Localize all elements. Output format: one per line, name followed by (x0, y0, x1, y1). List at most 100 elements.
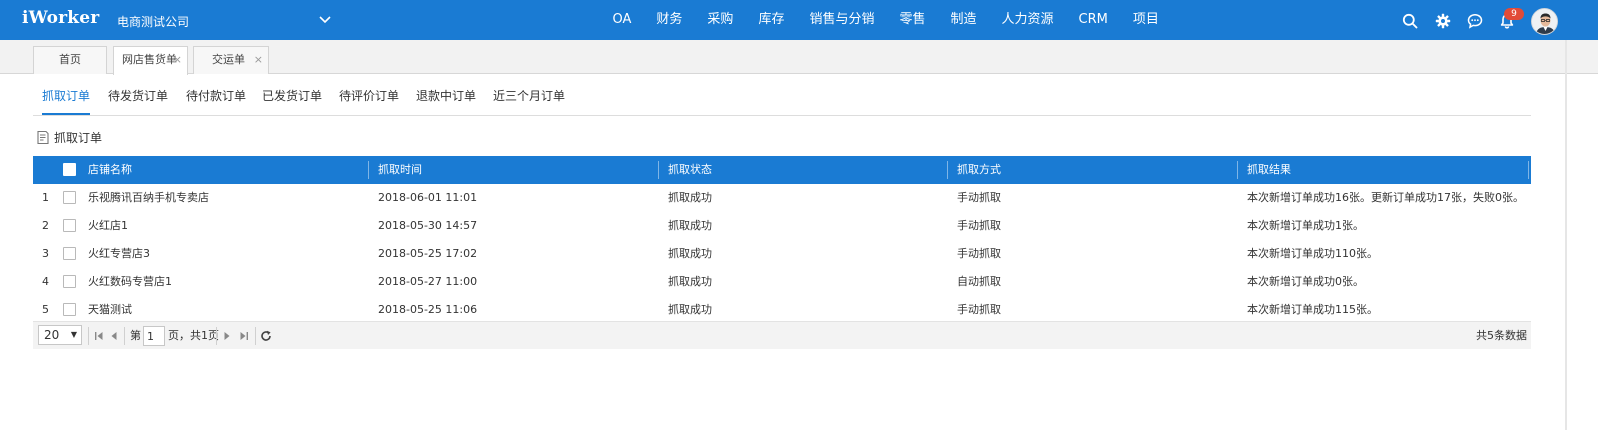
nav-item-retail[interactable]: 零售 (887, 0, 938, 40)
row-number: 2 (42, 219, 49, 232)
cell-method: 手动抓取 (957, 247, 1001, 260)
cell-status: 抓取成功 (668, 275, 712, 288)
company-name[interactable]: 电商测试公司 (117, 13, 189, 30)
cell-time: 2018-05-25 11:06 (378, 303, 478, 316)
previous-page-icon[interactable] (109, 330, 119, 342)
table-row[interactable]: 4 火红数码专营店1 2018-05-27 11:00 抓取成功 自动抓取 本次… (33, 268, 1531, 296)
row-checkbox[interactable] (63, 275, 76, 288)
cell-time: 2018-06-01 11:01 (378, 191, 478, 204)
first-page-icon[interactable] (94, 330, 104, 342)
column-resize-handle[interactable] (368, 161, 369, 179)
cell-time: 2018-05-27 11:00 (378, 275, 478, 288)
column-resize-handle[interactable] (1237, 161, 1238, 179)
nav-item-oa[interactable]: OA (600, 0, 644, 40)
page-prefix-label: 第 (130, 329, 141, 342)
tab-shipped[interactable]: 已发货订单 (262, 87, 322, 115)
next-page-icon[interactable] (222, 330, 232, 342)
current-page-input[interactable] (143, 326, 165, 346)
column-resize-handle[interactable] (947, 161, 948, 179)
last-page-icon[interactable] (239, 330, 249, 342)
row-number: 1 (42, 191, 49, 204)
column-header-shop[interactable]: 店铺名称 (88, 156, 132, 184)
cell-method: 手动抓取 (957, 191, 1001, 204)
tab-pending-payment[interactable]: 待付款订单 (186, 87, 246, 115)
nav-item-project[interactable]: 项目 (1120, 0, 1171, 40)
tab-fetch-orders[interactable]: 抓取订单 (42, 87, 91, 115)
cell-method: 手动抓取 (957, 303, 1001, 316)
page-tab-online-sales-order[interactable]: 网店售货单 × (113, 46, 188, 75)
cell-result: 本次新增订单成功115张。 (1247, 303, 1378, 316)
table-header: 店铺名称 抓取时间 抓取状态 抓取方式 抓取结果 (33, 156, 1531, 184)
cell-shop: 乐视腾讯百纳手机专卖店 (88, 191, 209, 204)
page-scrollbar[interactable] (1564, 40, 1598, 430)
nav-item-crm[interactable]: CRM (1066, 0, 1120, 40)
user-avatar[interactable] (1531, 8, 1558, 35)
close-icon[interactable]: × (254, 47, 263, 73)
cell-status: 抓取成功 (668, 191, 712, 204)
refresh-icon[interactable] (260, 330, 272, 342)
caret-down-icon: ▼ (70, 330, 77, 339)
row-checkbox[interactable] (63, 303, 76, 316)
select-all-checkbox[interactable] (63, 163, 76, 176)
chat-icon[interactable] (1467, 13, 1483, 29)
column-header-time[interactable]: 抓取时间 (378, 156, 422, 184)
gear-icon[interactable] (1435, 13, 1451, 29)
cell-shop: 火红店1 (88, 219, 128, 232)
nav-item-hr[interactable]: 人力资源 (989, 0, 1066, 40)
nav-item-sales[interactable]: 销售与分销 (797, 0, 887, 40)
document-edit-icon (37, 130, 49, 144)
fetch-orders-button[interactable]: 抓取订单 (36, 128, 102, 146)
cell-result: 本次新增订单成功16张。更新订单成功17张，失败0张。 (1247, 191, 1524, 204)
column-header-method[interactable]: 抓取方式 (957, 156, 1001, 184)
order-sub-tabs: 抓取订单 待发货订单 待付款订单 已发货订单 待评价订单 退款中订单 近三个月订… (33, 74, 1531, 116)
tab-pending-shipment[interactable]: 待发货订单 (108, 87, 168, 115)
page-size-value: 20 (44, 328, 60, 342)
scrollbar-track[interactable] (1565, 40, 1567, 430)
row-checkbox[interactable] (63, 247, 76, 260)
column-header-status[interactable]: 抓取状态 (668, 156, 712, 184)
tab-refunding[interactable]: 退款中订单 (416, 87, 476, 115)
cell-result: 本次新增订单成功0张。 (1247, 275, 1364, 288)
pager-divider (255, 327, 256, 345)
notification-badge: 9 (1504, 8, 1524, 20)
table-row[interactable]: 2 火红店1 2018-05-30 14:57 抓取成功 手动抓取 本次新增订单… (33, 212, 1531, 240)
nav-item-inventory[interactable]: 库存 (746, 0, 797, 40)
app-logo[interactable]: iWorker (22, 8, 99, 28)
column-header-result[interactable]: 抓取结果 (1247, 156, 1291, 184)
column-resize-handle[interactable] (658, 161, 659, 179)
row-checkbox[interactable] (63, 191, 76, 204)
pager-divider (124, 327, 125, 345)
table-row[interactable]: 1 乐视腾讯百纳手机专卖店 2018-06-01 11:01 抓取成功 手动抓取… (33, 184, 1531, 212)
table-pager: 20 ▼ 第 页，共1页 共5条数据 (33, 321, 1531, 349)
column-resize-handle[interactable] (1528, 161, 1529, 179)
chevron-down-icon[interactable] (318, 14, 332, 26)
page-tab-label: 交运单 (212, 53, 245, 66)
cell-method: 自动抓取 (957, 275, 1001, 288)
close-icon[interactable]: × (173, 47, 182, 73)
nav-item-purchase[interactable]: 采购 (695, 0, 746, 40)
page-tab-home[interactable]: 首页 (33, 46, 107, 74)
cell-shop: 火红数码专营店1 (88, 275, 172, 288)
tab-last-three-months[interactable]: 近三个月订单 (493, 87, 565, 115)
page-count-label: 页，共1页 (168, 329, 219, 342)
nav-item-finance[interactable]: 财务 (644, 0, 695, 40)
row-number: 3 (42, 247, 49, 260)
page-size-select[interactable]: 20 ▼ (38, 325, 82, 345)
page-tab-shipping-order[interactable]: 交运单 × (193, 46, 269, 74)
fetch-orders-label: 抓取订单 (54, 130, 103, 145)
avatar-portrait-icon (1532, 9, 1557, 34)
row-number: 4 (42, 275, 49, 288)
tab-pending-review[interactable]: 待评价订单 (339, 87, 399, 115)
page-tab-label: 网店售货单 (122, 53, 177, 66)
table-row[interactable]: 5 天猫测试 2018-05-25 11:06 抓取成功 手动抓取 本次新增订单… (33, 296, 1531, 324)
fetch-orders-table: 店铺名称 抓取时间 抓取状态 抓取方式 抓取结果 1 乐视腾讯百纳手机专卖店 2… (33, 156, 1531, 324)
table-row[interactable]: 3 火红专营店3 2018-05-25 17:02 抓取成功 手动抓取 本次新增… (33, 240, 1531, 268)
row-checkbox[interactable] (63, 219, 76, 232)
pager-divider (216, 327, 217, 345)
nav-item-manufacturing[interactable]: 制造 (938, 0, 989, 40)
cell-result: 本次新增订单成功110张。 (1247, 247, 1378, 260)
row-number: 5 (42, 303, 49, 316)
top-navigation-bar: iWorker 电商测试公司 OA 财务 采购 库存 销售与分销 零售 制造 人… (0, 0, 1598, 40)
cell-shop: 天猫测试 (88, 303, 132, 316)
search-icon[interactable] (1402, 13, 1418, 29)
